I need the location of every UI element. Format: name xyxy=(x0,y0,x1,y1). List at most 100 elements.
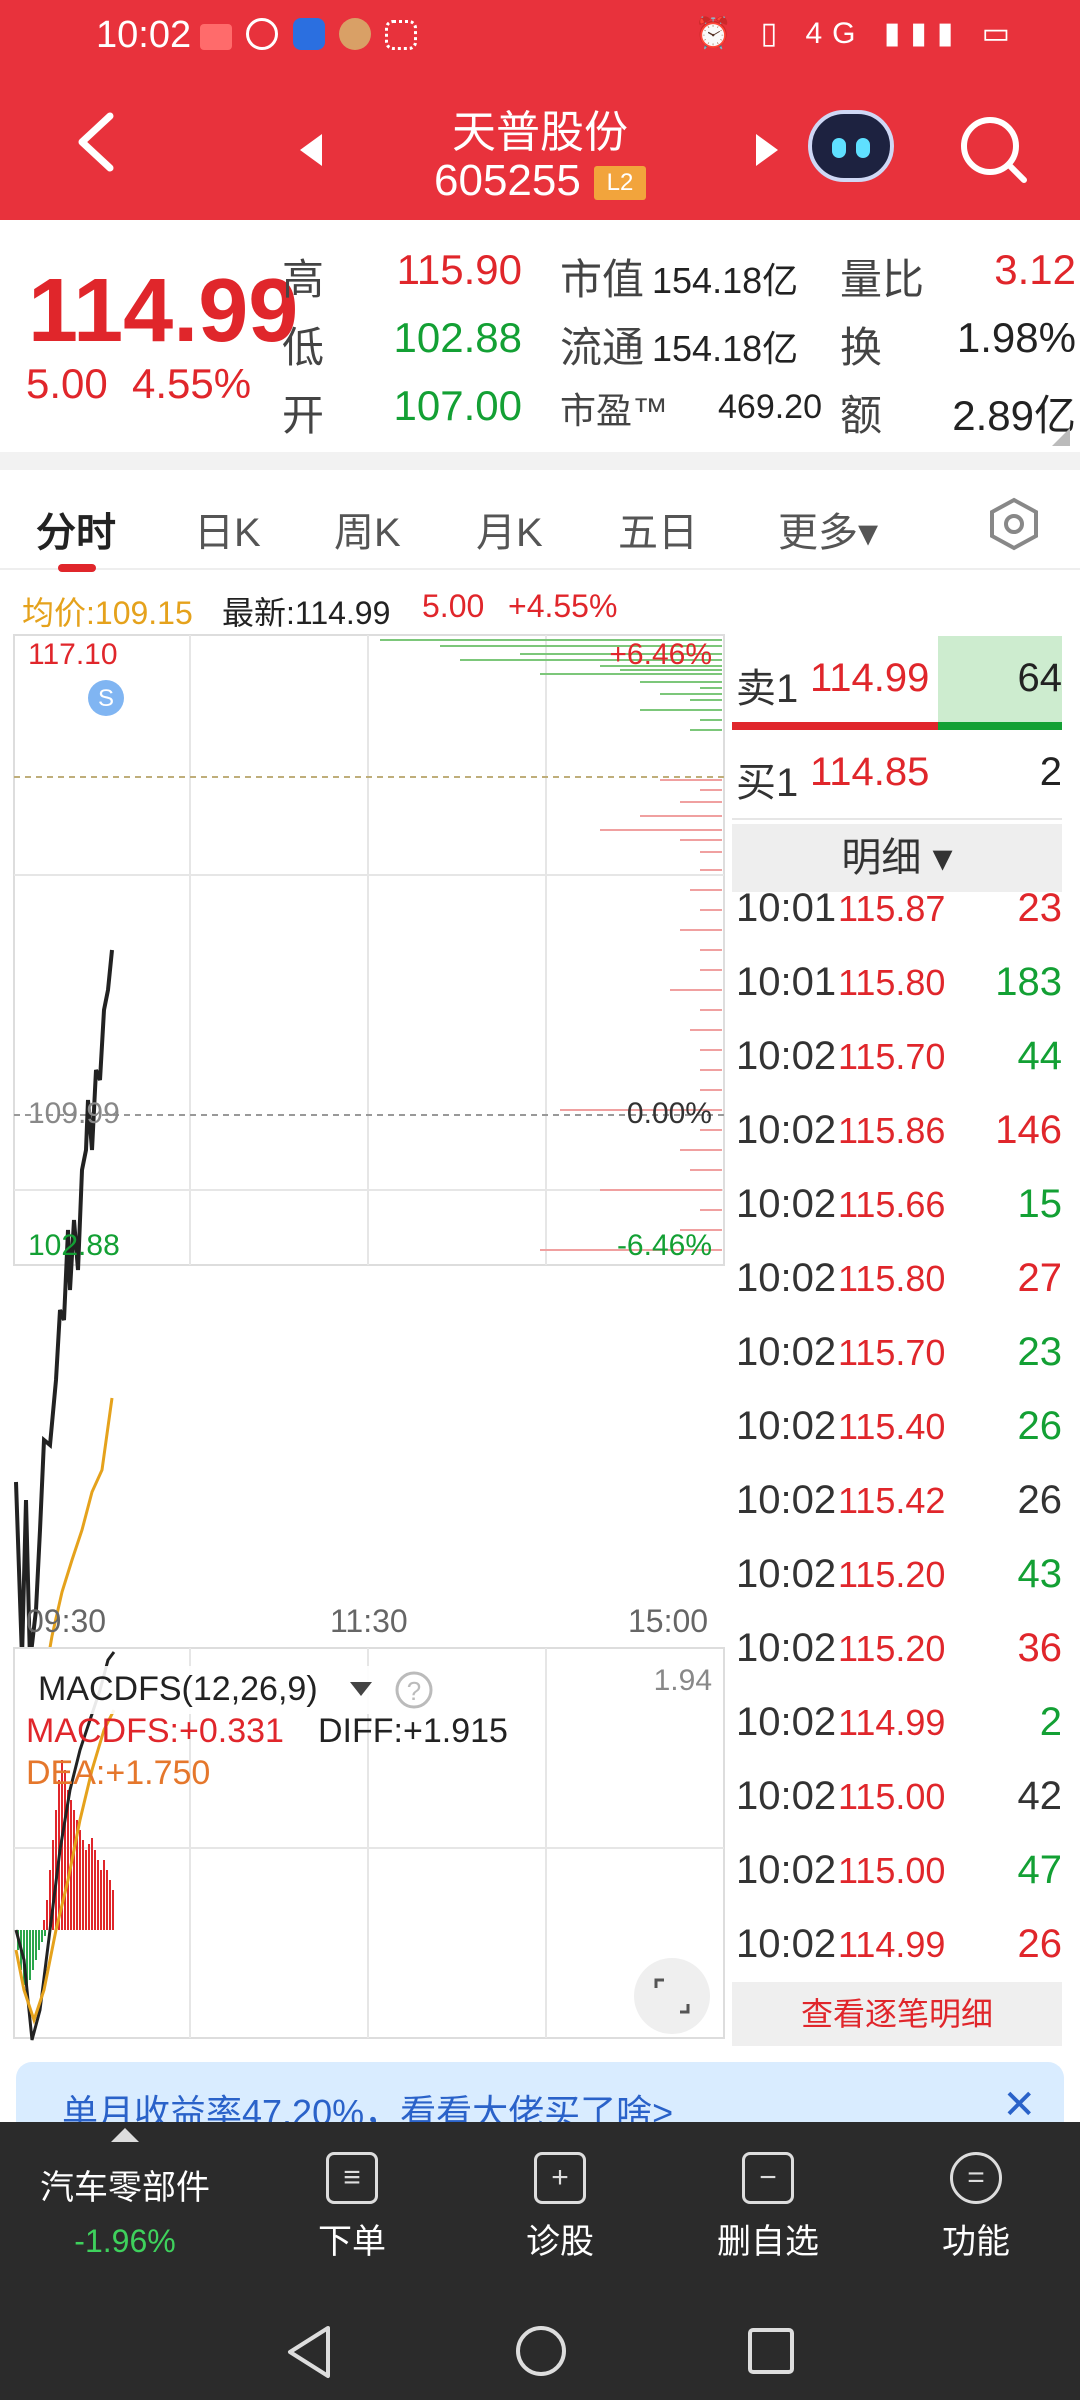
notification-icons xyxy=(200,18,418,58)
buy1-price: 114.85 xyxy=(810,750,930,794)
trade-volume: 23 xyxy=(1017,1330,1063,1374)
trade-volume: 27 xyxy=(1017,1256,1063,1300)
functions-button[interactable]: = 功能 xyxy=(906,2152,1046,2263)
trade-volume: 26 xyxy=(1017,1404,1063,1448)
search-icon[interactable] xyxy=(956,112,1030,191)
pe-value: 469.20 xyxy=(718,388,822,426)
sector-name: 汽车零部件 xyxy=(40,2169,210,2207)
trade-price: 115.00 xyxy=(838,1850,946,1891)
sector-indicator[interactable]: 汽车零部件 -1.96% xyxy=(30,2128,220,2260)
trade-detail-row: 10:01 115.87 23 xyxy=(736,886,1062,956)
trade-detail-row: 10:02 115.80 27 xyxy=(736,1256,1062,1326)
trade-detail-row: 10:02 115.66 15 xyxy=(736,1182,1062,1252)
sell1-row[interactable]: 卖1 114.99 64 xyxy=(732,636,1062,726)
trade-volume: 183 xyxy=(995,960,1062,1004)
buy1-row[interactable]: 买1 114.85 2 xyxy=(732,734,1062,814)
nav-home-icon[interactable] xyxy=(514,2324,568,2383)
dea-value: DEA:+1.750 xyxy=(26,1754,210,1792)
sell1-volume: 64 xyxy=(1017,656,1063,700)
trade-time: 10:02 xyxy=(736,1256,837,1300)
expand-corner-icon[interactable] xyxy=(1052,428,1070,446)
chart-mid-pct: 0.00% xyxy=(627,1097,712,1130)
trade-price: 115.86 xyxy=(838,1110,946,1151)
system-icons: ⏰ ▯ 4G ▮▮▮ ▭ xyxy=(694,17,1020,50)
trade-volume: 47 xyxy=(1017,1848,1063,1892)
nav-back-icon[interactable] xyxy=(284,2324,334,2385)
status-bar: 10:02 ⏰ ▯ 4G ▮▮▮ ▭ xyxy=(0,0,1080,80)
time-mid-label: 11:30 xyxy=(330,1603,408,1639)
settings-hexagon-icon[interactable] xyxy=(986,496,1042,557)
remove-watchlist-icon: − xyxy=(742,2152,794,2204)
trade-detail-row: 10:02 115.86 146 xyxy=(736,1108,1062,1178)
svg-text:S: S xyxy=(98,685,114,712)
trade-volume: 146 xyxy=(995,1108,1062,1152)
chart-bottom-price: 102.88 xyxy=(28,1229,120,1262)
stock-header: 天普股份 605255 L2 xyxy=(0,80,1080,220)
trade-volume: 42 xyxy=(1017,1774,1063,1818)
trade-price: 115.00 xyxy=(838,1776,946,1817)
trade-time: 10:01 xyxy=(736,886,837,930)
high-label: 高 xyxy=(282,256,325,303)
active-tab-indicator xyxy=(58,564,96,572)
quote-panel: 114.99 5.00 4.55% 高 低 开 115.90 102.88 10… xyxy=(0,220,1080,460)
l2-badge[interactable]: L2 xyxy=(594,166,646,200)
open-value: 107.00 xyxy=(393,382,522,429)
price-change: 5.00 xyxy=(26,360,108,407)
tab-daily-k[interactable]: 日K xyxy=(194,500,261,558)
time-end-label: 15:00 xyxy=(628,1603,708,1639)
mktcap-label: 市值 xyxy=(560,256,645,303)
order-icon: ≡ xyxy=(326,2152,378,2204)
order-button[interactable]: ≡ 下单 xyxy=(282,2152,422,2263)
tab-intraday[interactable]: 分时 xyxy=(36,500,116,558)
low-label: 低 xyxy=(282,324,325,371)
trade-detail-row: 10:02 115.42 26 xyxy=(736,1478,1062,1548)
trade-price: 115.70 xyxy=(838,1036,946,1077)
sector-change: -1.96% xyxy=(74,2223,176,2259)
trade-volume: 26 xyxy=(1017,1922,1063,1966)
close-icon[interactable]: ✕ xyxy=(1002,2082,1036,2122)
avg-price-label: 均价:109.15 xyxy=(22,595,193,631)
trade-time: 10:02 xyxy=(736,1330,837,1374)
tab-more[interactable]: 更多▾ xyxy=(778,500,878,558)
trade-time: 10:02 xyxy=(736,1404,837,1448)
next-stock-icon[interactable] xyxy=(752,130,782,175)
volume-ratio-label: 量比 xyxy=(840,256,925,303)
current-price: 114.99 xyxy=(28,261,299,361)
trade-time: 10:02 xyxy=(736,1626,837,1670)
open-label: 开 xyxy=(282,392,325,439)
trade-volume: 44 xyxy=(1017,1034,1063,1078)
buy-sell-ratio-bar xyxy=(732,722,1062,730)
svg-text:?: ? xyxy=(407,1676,421,1706)
trade-price: 115.40 xyxy=(838,1406,946,1447)
trade-detail-row: 10:02 115.70 44 xyxy=(736,1034,1062,1104)
tab-five-day[interactable]: 五日 xyxy=(618,500,698,558)
tab-monthly-k[interactable]: 月K xyxy=(476,500,543,558)
remove-watchlist-button[interactable]: − 删自选 xyxy=(698,2152,838,2263)
functions-label: 功能 xyxy=(942,2223,1010,2261)
trade-detail-list: 10:01 115.87 23 10:01 115.80 183 10:02 115.70 44… xyxy=(732,886,1062,1980)
diagnose-button[interactable]: + 诊股 xyxy=(490,2152,630,2263)
ai-assistant-icon[interactable] xyxy=(808,110,894,182)
trade-time: 10:02 xyxy=(736,1552,837,1596)
divider xyxy=(732,818,1062,820)
detail-header-dropdown[interactable]: 明细 ▾ xyxy=(732,824,1062,892)
promo-banner[interactable]: 单月收益率47.20%，看看大佬买了啥> ✕ xyxy=(16,2062,1064,2122)
view-tick-details-link[interactable]: 查看逐笔明细 xyxy=(732,1982,1062,2046)
trade-price: 115.80 xyxy=(838,1258,946,1299)
intraday-chart[interactable]: S 117.10 109.99 102.88 +6.46% 0.00% -6.4… xyxy=(0,630,730,2050)
trade-time: 10:02 xyxy=(736,1700,837,1744)
trade-price: 115.70 xyxy=(838,1332,946,1373)
trade-volume: 36 xyxy=(1017,1626,1063,1670)
chart-info-line: 均价:109.15 最新:114.99 5.00 +4.55% xyxy=(0,580,1080,631)
chart-bottom-pct: -6.46% xyxy=(617,1229,712,1262)
tab-weekly-k[interactable]: 周K xyxy=(334,500,401,558)
trade-price: 115.42 xyxy=(838,1480,946,1521)
trade-detail-row: 10:02 115.00 47 xyxy=(736,1848,1062,1918)
trade-volume: 43 xyxy=(1017,1552,1063,1596)
trade-detail-row: 10:02 114.99 2 xyxy=(736,1700,1062,1770)
nav-recents-icon[interactable] xyxy=(746,2326,796,2381)
diagnose-icon: + xyxy=(534,2152,586,2204)
menu-icon: = xyxy=(950,2152,1002,2204)
chart-tabs: 分时 日K 周K 月K 五日 更多▾ xyxy=(0,470,1080,572)
macdfs-value: MACDFS:+0.331 xyxy=(26,1712,284,1750)
